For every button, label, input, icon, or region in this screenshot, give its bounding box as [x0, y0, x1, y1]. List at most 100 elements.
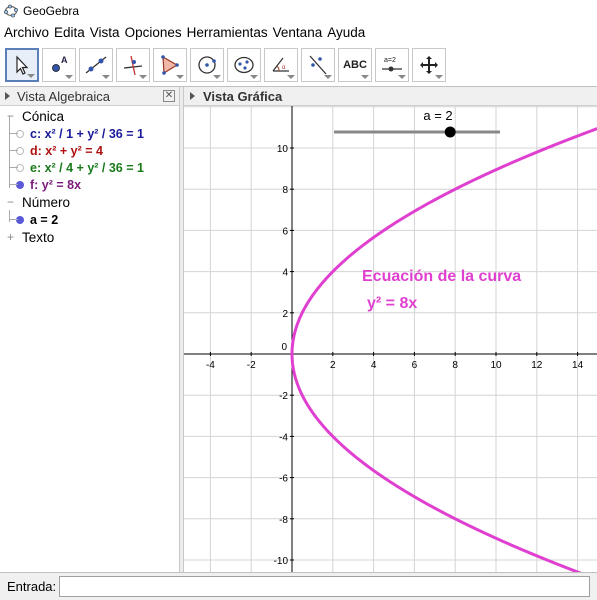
y-tick-label: -10 — [274, 556, 289, 567]
x-tick-label: -2 — [247, 360, 256, 371]
object-row-f[interactable]: f: y² = 8x — [0, 176, 81, 194]
collapse-arrow-icon[interactable] — [190, 92, 195, 100]
y-tick-label: 2 — [282, 309, 288, 320]
menu-bar: Archivo Edita Vista Opciones Herramienta… — [0, 22, 597, 42]
perpendicular-line-icon — [123, 55, 143, 76]
x-tick-label: 6 — [412, 360, 418, 371]
slider-a[interactable]: a = 2 — [334, 108, 500, 138]
slider-knob[interactable] — [444, 126, 456, 138]
line-through-two-points-icon — [85, 56, 107, 74]
polygon-tool-button[interactable] — [153, 48, 187, 82]
reflect-tool-button[interactable] — [301, 48, 335, 82]
toolbar: A α ABC a=2 — [0, 44, 597, 86]
collapse-arrow-icon[interactable] — [5, 92, 10, 100]
object-definition[interactable]: a = 2 — [30, 213, 58, 227]
object-definition[interactable]: e: x² / 4 + y² / 36 = 1 — [30, 161, 144, 175]
input-bar: Entrada: — [0, 572, 597, 600]
circle-tool-button[interactable] — [190, 48, 224, 82]
grid — [184, 106, 597, 572]
x-tick-label: 8 — [452, 360, 458, 371]
algebra-view-header[interactable]: Vista Algebraica ✕ — [0, 87, 179, 106]
origin-tick-label: 0 — [281, 342, 287, 353]
menu-opciones[interactable]: Opciones — [125, 25, 182, 40]
ellipse-tool-button[interactable] — [227, 48, 261, 82]
collapse-icon[interactable]: − — [6, 196, 15, 208]
svg-text:a=2: a=2 — [384, 57, 396, 64]
object-row-a[interactable]: a = 2 — [0, 211, 58, 229]
category-label: Cónica — [22, 108, 65, 124]
svg-text:α: α — [282, 65, 286, 71]
window-title: GeoGebra — [23, 4, 80, 18]
text-tool-button[interactable]: ABC — [338, 48, 372, 82]
y-tick-label: -6 — [279, 474, 288, 485]
graphics-view-title: Vista Gráfica — [203, 88, 283, 104]
object-row-d[interactable]: d: x² + y² = 4 — [0, 142, 103, 160]
x-tick-label: 10 — [490, 360, 502, 371]
object-definition[interactable]: f: y² = 8x — [30, 178, 81, 192]
point-tool-button[interactable]: A — [42, 48, 76, 82]
menu-herramientas[interactable]: Herramientas — [187, 25, 268, 40]
category-label: Texto — [22, 229, 55, 245]
title-bar: GeoGebra — [0, 0, 597, 22]
category-numero[interactable]: − Número — [0, 193, 70, 211]
y-tick-label: -8 — [279, 515, 288, 526]
category-texto[interactable]: + Texto — [0, 228, 54, 246]
category-label: Número — [22, 194, 71, 210]
object-definition[interactable]: d: x² + y² = 4 — [30, 144, 103, 158]
expand-icon[interactable]: + — [6, 231, 15, 243]
x-tick-label: 12 — [531, 360, 543, 371]
curve-annotation-title[interactable]: Ecuación de la curva — [362, 268, 521, 285]
curve-annotation-equation[interactable]: y² = 8x — [367, 295, 417, 312]
angle-tool-button[interactable]: α — [264, 48, 298, 82]
menu-vista[interactable]: Vista — [90, 25, 120, 40]
parabola-f[interactable] — [290, 107, 597, 572]
slider-tool-button[interactable]: a=2 — [375, 48, 409, 82]
slider-label: a = 2 — [423, 108, 452, 123]
menu-ayuda[interactable]: Ayuda — [327, 25, 365, 40]
polygon-icon — [161, 55, 179, 75]
reflect-about-line-icon — [309, 55, 327, 75]
slider-icon: a=2 — [382, 57, 402, 72]
ellipse-icon — [234, 56, 254, 74]
object-row-c[interactable]: c: x² / 1 + y² / 36 = 1 — [0, 125, 144, 143]
algebra-view-title: Vista Algebraica — [17, 88, 110, 104]
y-tick-label: 10 — [277, 144, 289, 155]
move-graphics-view-icon — [420, 56, 438, 74]
line-tool-button[interactable] — [79, 48, 113, 82]
x-tick-label: 14 — [572, 360, 584, 371]
y-tick-label: -4 — [279, 432, 288, 443]
perpendicular-tool-button[interactable] — [116, 48, 150, 82]
input-label: Entrada: — [7, 579, 57, 594]
menu-edita[interactable]: Edita — [54, 25, 85, 40]
input-field[interactable] — [59, 576, 591, 597]
y-tick-label: 4 — [282, 268, 288, 279]
svg-text:A: A — [61, 55, 68, 65]
angle-icon: α — [272, 57, 289, 72]
graphics-view[interactable]: -4 -2 0 2 4 6 8 10 12 14 10 8 6 4 2 -2 -4 -6 -8 -10 a = 2 E… — [184, 106, 597, 572]
x-tick-label: -4 — [206, 360, 215, 371]
new-point-icon: A — [52, 55, 68, 72]
graphics-view-header[interactable]: Vista Gráfica — [184, 87, 597, 106]
x-tick-label: 4 — [371, 360, 377, 371]
object-row-e[interactable]: e: x² / 4 + y² / 36 = 1 — [0, 159, 144, 177]
category-conica[interactable]: − Cónica — [0, 107, 64, 125]
y-tick-label: 8 — [282, 185, 288, 196]
geogebra-icon — [4, 4, 18, 18]
graphics-canvas[interactable]: -4 -2 0 2 4 6 8 10 12 14 10 8 6 4 2 -2 -4 -6 -8 -10 a = 2 E… — [184, 106, 597, 572]
move-arrow-icon — [16, 55, 29, 75]
move-view-tool-button[interactable] — [412, 48, 446, 82]
y-tick-label: 6 — [282, 226, 288, 237]
x-tick-label: 2 — [330, 360, 336, 371]
move-tool-button[interactable] — [5, 48, 39, 82]
algebra-view: − Cónica c: x² / 1 + y² / 36 = 1 d: x² +… — [0, 106, 179, 572]
axes — [184, 106, 597, 572]
circle-center-point-icon — [198, 56, 216, 74]
text-icon: ABC — [343, 59, 367, 71]
tick-labels: -4 -2 0 2 4 6 8 10 12 14 10 8 6 4 2 -2 -4 -6 -8 -10 — [206, 144, 584, 567]
object-definition[interactable]: c: x² / 1 + y² / 36 = 1 — [30, 127, 144, 141]
menu-ventana[interactable]: Ventana — [273, 25, 323, 40]
y-tick-label: -2 — [279, 391, 288, 402]
menu-archivo[interactable]: Archivo — [4, 25, 49, 40]
collapse-icon[interactable]: − — [6, 110, 15, 122]
close-algebra-view-button[interactable]: ✕ — [163, 90, 175, 102]
